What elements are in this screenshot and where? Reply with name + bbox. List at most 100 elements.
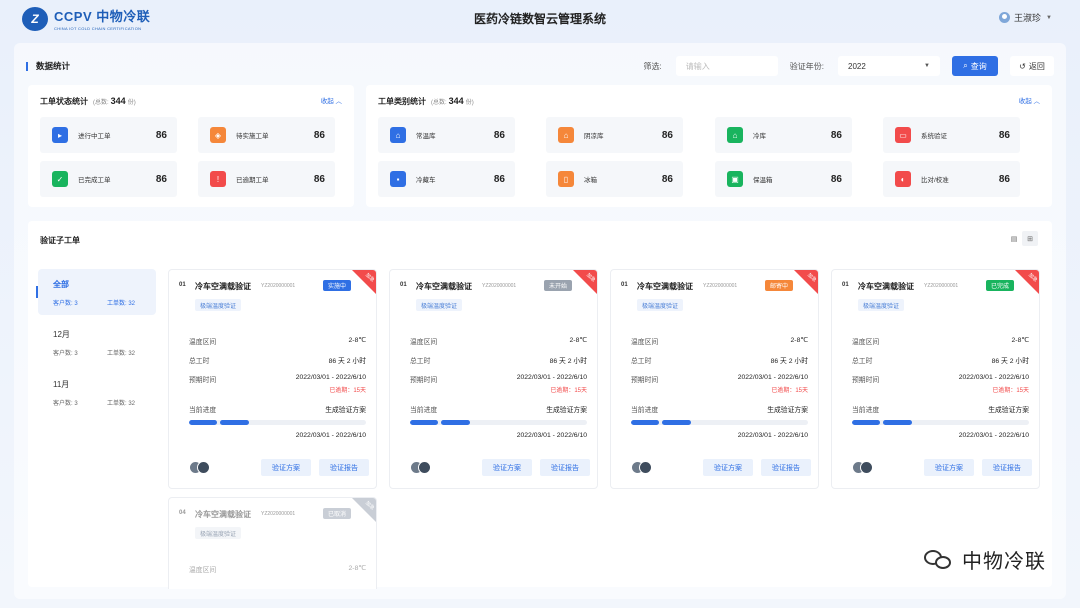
order-card[interactable]: 04 冷车空满载验证 YZ2020000001 已取消 加急 极端温度验证 温度区间 2-8℃: [168, 497, 377, 589]
month-name: 11月: [53, 380, 70, 389]
overdue-text: 已逾期：15天: [329, 388, 366, 394]
report-button[interactable]: 验证报告: [982, 459, 1032, 476]
grid-view-icon[interactable]: ⊞: [1022, 231, 1038, 246]
stat-card[interactable]: ▭ 系统验证 86: [883, 117, 1020, 153]
collapse-button[interactable]: 收起 ︿: [1019, 95, 1040, 105]
stat-value: 86: [830, 173, 842, 185]
caret-down-icon: ▼: [924, 63, 930, 69]
progress-bar: [189, 420, 366, 425]
stat-card[interactable]: ▣ 保温箱 86: [715, 161, 852, 197]
progress-bar: [631, 420, 808, 425]
user-avatar-icon: [999, 12, 1011, 23]
avatar-group: [410, 461, 431, 474]
progress-bar: [410, 420, 587, 425]
scheme-button[interactable]: 验证方案: [482, 459, 532, 476]
order-card[interactable]: 01 冷车空满载验证 YZ2020000001 实施中 加急 极端温度验证 温度区间 2-8℃…: [168, 269, 377, 489]
planned-row: 预期时间 2022/03/01 - 2022/6/10: [410, 374, 587, 384]
work-status-panel: 工单状态统计 (总数: 344 份) 收起 ︿ ▸ 进行中工单 86 ◈ 待实施工单 86 ✓ 已…: [28, 85, 354, 207]
avatar: [639, 461, 652, 474]
scheme-button[interactable]: 验证方案: [924, 459, 974, 476]
month-sidebar: 全部 客户数: 3 工单数: 32 12月 客户数: 3 工单数: 32 11月 客户数: 3…: [36, 269, 156, 419]
avatar-group: [631, 461, 652, 474]
overdue-text: 已逾期：15天: [771, 388, 808, 394]
search-icon: ⌕: [963, 61, 968, 70]
stat-card[interactable]: ⌂ 常温库 86: [378, 117, 515, 153]
stat-value: 86: [493, 173, 505, 185]
stat-label: 保温箱: [753, 177, 773, 184]
back-icon: ↺: [1019, 61, 1026, 71]
avatar: [197, 461, 210, 474]
work-type-panel: 工单类别统计 (总数: 344 份) 收起 ︿ ⌂ 常温库 86 ⌂ 阴凉库 86 ⌂ 冷库 86 ▭…: [366, 85, 1052, 207]
card-title: 冷车空满载验证: [195, 510, 251, 519]
filter-bar: 数据统计 筛选: 请输入 验证年份: 2022 ▼ ⌕ 查询 ↺ 返回: [26, 55, 1054, 77]
user-menu[interactable]: 王淑珍 ▼: [999, 11, 1052, 24]
stat-value: 86: [493, 129, 505, 141]
status-badge: 已取消: [323, 508, 352, 519]
stat-card[interactable]: ▪ 冷藏车 86: [378, 161, 515, 197]
planned-row: 预期时间 2022/03/01 - 2022/6/10: [852, 374, 1029, 384]
year-select[interactable]: 2022 ▼: [838, 56, 940, 76]
filter-label: 筛选:: [643, 61, 662, 71]
collapse-button[interactable]: 收起 ︿: [321, 95, 342, 105]
card-number: 01: [842, 282, 849, 288]
warehouse-icon: ⌂: [390, 127, 406, 143]
order-card[interactable]: 01 冷车空满载验证 YZ2020000001 未开始 加急 极端温度验证 温度区间 2-8℃…: [389, 269, 598, 489]
list-view-icon[interactable]: ▤: [1006, 231, 1022, 246]
order-card[interactable]: 01 冷车空满载验证 YZ2020000001 已完成 加急 极端温度验证 温度区间 2-8℃…: [831, 269, 1040, 489]
watermark: 中物冷联: [924, 545, 1046, 574]
stat-card[interactable]: ! 已逾期工单 86: [198, 161, 335, 197]
status-badge: 未开始: [544, 280, 573, 291]
card-tag: 极端温度验证: [858, 299, 905, 311]
stat-card[interactable]: ◐ 比对/校准 86: [883, 161, 1020, 197]
order-card[interactable]: 01 冷车空满载验证 YZ2020000001 邮寄中 加急 极端温度验证 温度区间 2-8℃…: [610, 269, 819, 489]
stat-value: 86: [155, 173, 167, 185]
month-item[interactable]: 全部 客户数: 3 工单数: 32: [36, 269, 156, 315]
card-code: YZ2020000001: [703, 283, 738, 289]
stat-card[interactable]: ▸ 进行中工单 86: [40, 117, 177, 153]
card-tag: 极端温度验证: [195, 527, 242, 539]
panel-title: 工单状态统计: [40, 96, 88, 106]
alert-icon: !: [210, 171, 226, 187]
stat-label: 比对/校准: [921, 177, 949, 184]
year-value: 2022: [848, 61, 866, 71]
planned-row: 预期时间 2022/03/01 - 2022/6/10: [189, 374, 366, 384]
hours-row: 总工时 86 天 2 小时: [852, 358, 1029, 365]
query-button[interactable]: ⌕ 查询: [952, 56, 998, 76]
search-input[interactable]: 请输入: [675, 56, 778, 76]
card-title: 冷车空满载验证: [416, 282, 472, 291]
stat-value: 86: [661, 129, 673, 141]
chevron-down-icon: ▼: [1046, 14, 1052, 21]
stat-label: 冷藏车: [416, 177, 436, 184]
stat-card[interactable]: ▯ 冰箱 86: [546, 161, 683, 197]
section-title: 数据统计: [26, 61, 70, 71]
hours-row: 总工时 86 天 2 小时: [189, 358, 366, 365]
month-item[interactable]: 12月 客户数: 3 工单数: 32: [38, 319, 156, 365]
overdue-text: 已逾期：15天: [550, 388, 587, 394]
card-code: YZ2020000001: [261, 283, 296, 289]
urgent-ribbon: 加急: [352, 270, 376, 294]
scheme-button[interactable]: 验证方案: [261, 459, 311, 476]
report-button[interactable]: 验证报告: [761, 459, 811, 476]
stat-card[interactable]: ✓ 已完成工单 86: [40, 161, 177, 197]
back-button[interactable]: ↺ 返回: [1010, 56, 1054, 76]
customer-count: 客户数: 3: [53, 301, 78, 307]
stat-card[interactable]: ⌂ 冷库 86: [715, 117, 852, 153]
card-number: 01: [621, 282, 628, 288]
stat-value: 86: [313, 173, 325, 185]
box-icon: ▣: [727, 171, 743, 187]
stat-value: 86: [998, 173, 1010, 185]
stat-label: 常温库: [416, 133, 436, 140]
status-badge: 邮寄中: [765, 280, 794, 291]
panel-total: (总数: 344 份): [431, 96, 474, 106]
card-code: YZ2020000001: [924, 283, 959, 289]
stat-card[interactable]: ⌂ 阴凉库 86: [546, 117, 683, 153]
stat-label: 待实施工单: [236, 133, 269, 140]
customer-count: 客户数: 3: [53, 351, 78, 357]
scheme-button[interactable]: 验证方案: [703, 459, 753, 476]
month-item[interactable]: 11月 客户数: 3 工单数: 32: [38, 369, 156, 415]
report-button[interactable]: 验证报告: [540, 459, 590, 476]
stat-card[interactable]: ◈ 待实施工单 86: [198, 117, 335, 153]
report-button[interactable]: 验证报告: [319, 459, 369, 476]
card-tag: 极端温度验证: [637, 299, 684, 311]
order-count: 工单数: 32: [107, 401, 136, 407]
